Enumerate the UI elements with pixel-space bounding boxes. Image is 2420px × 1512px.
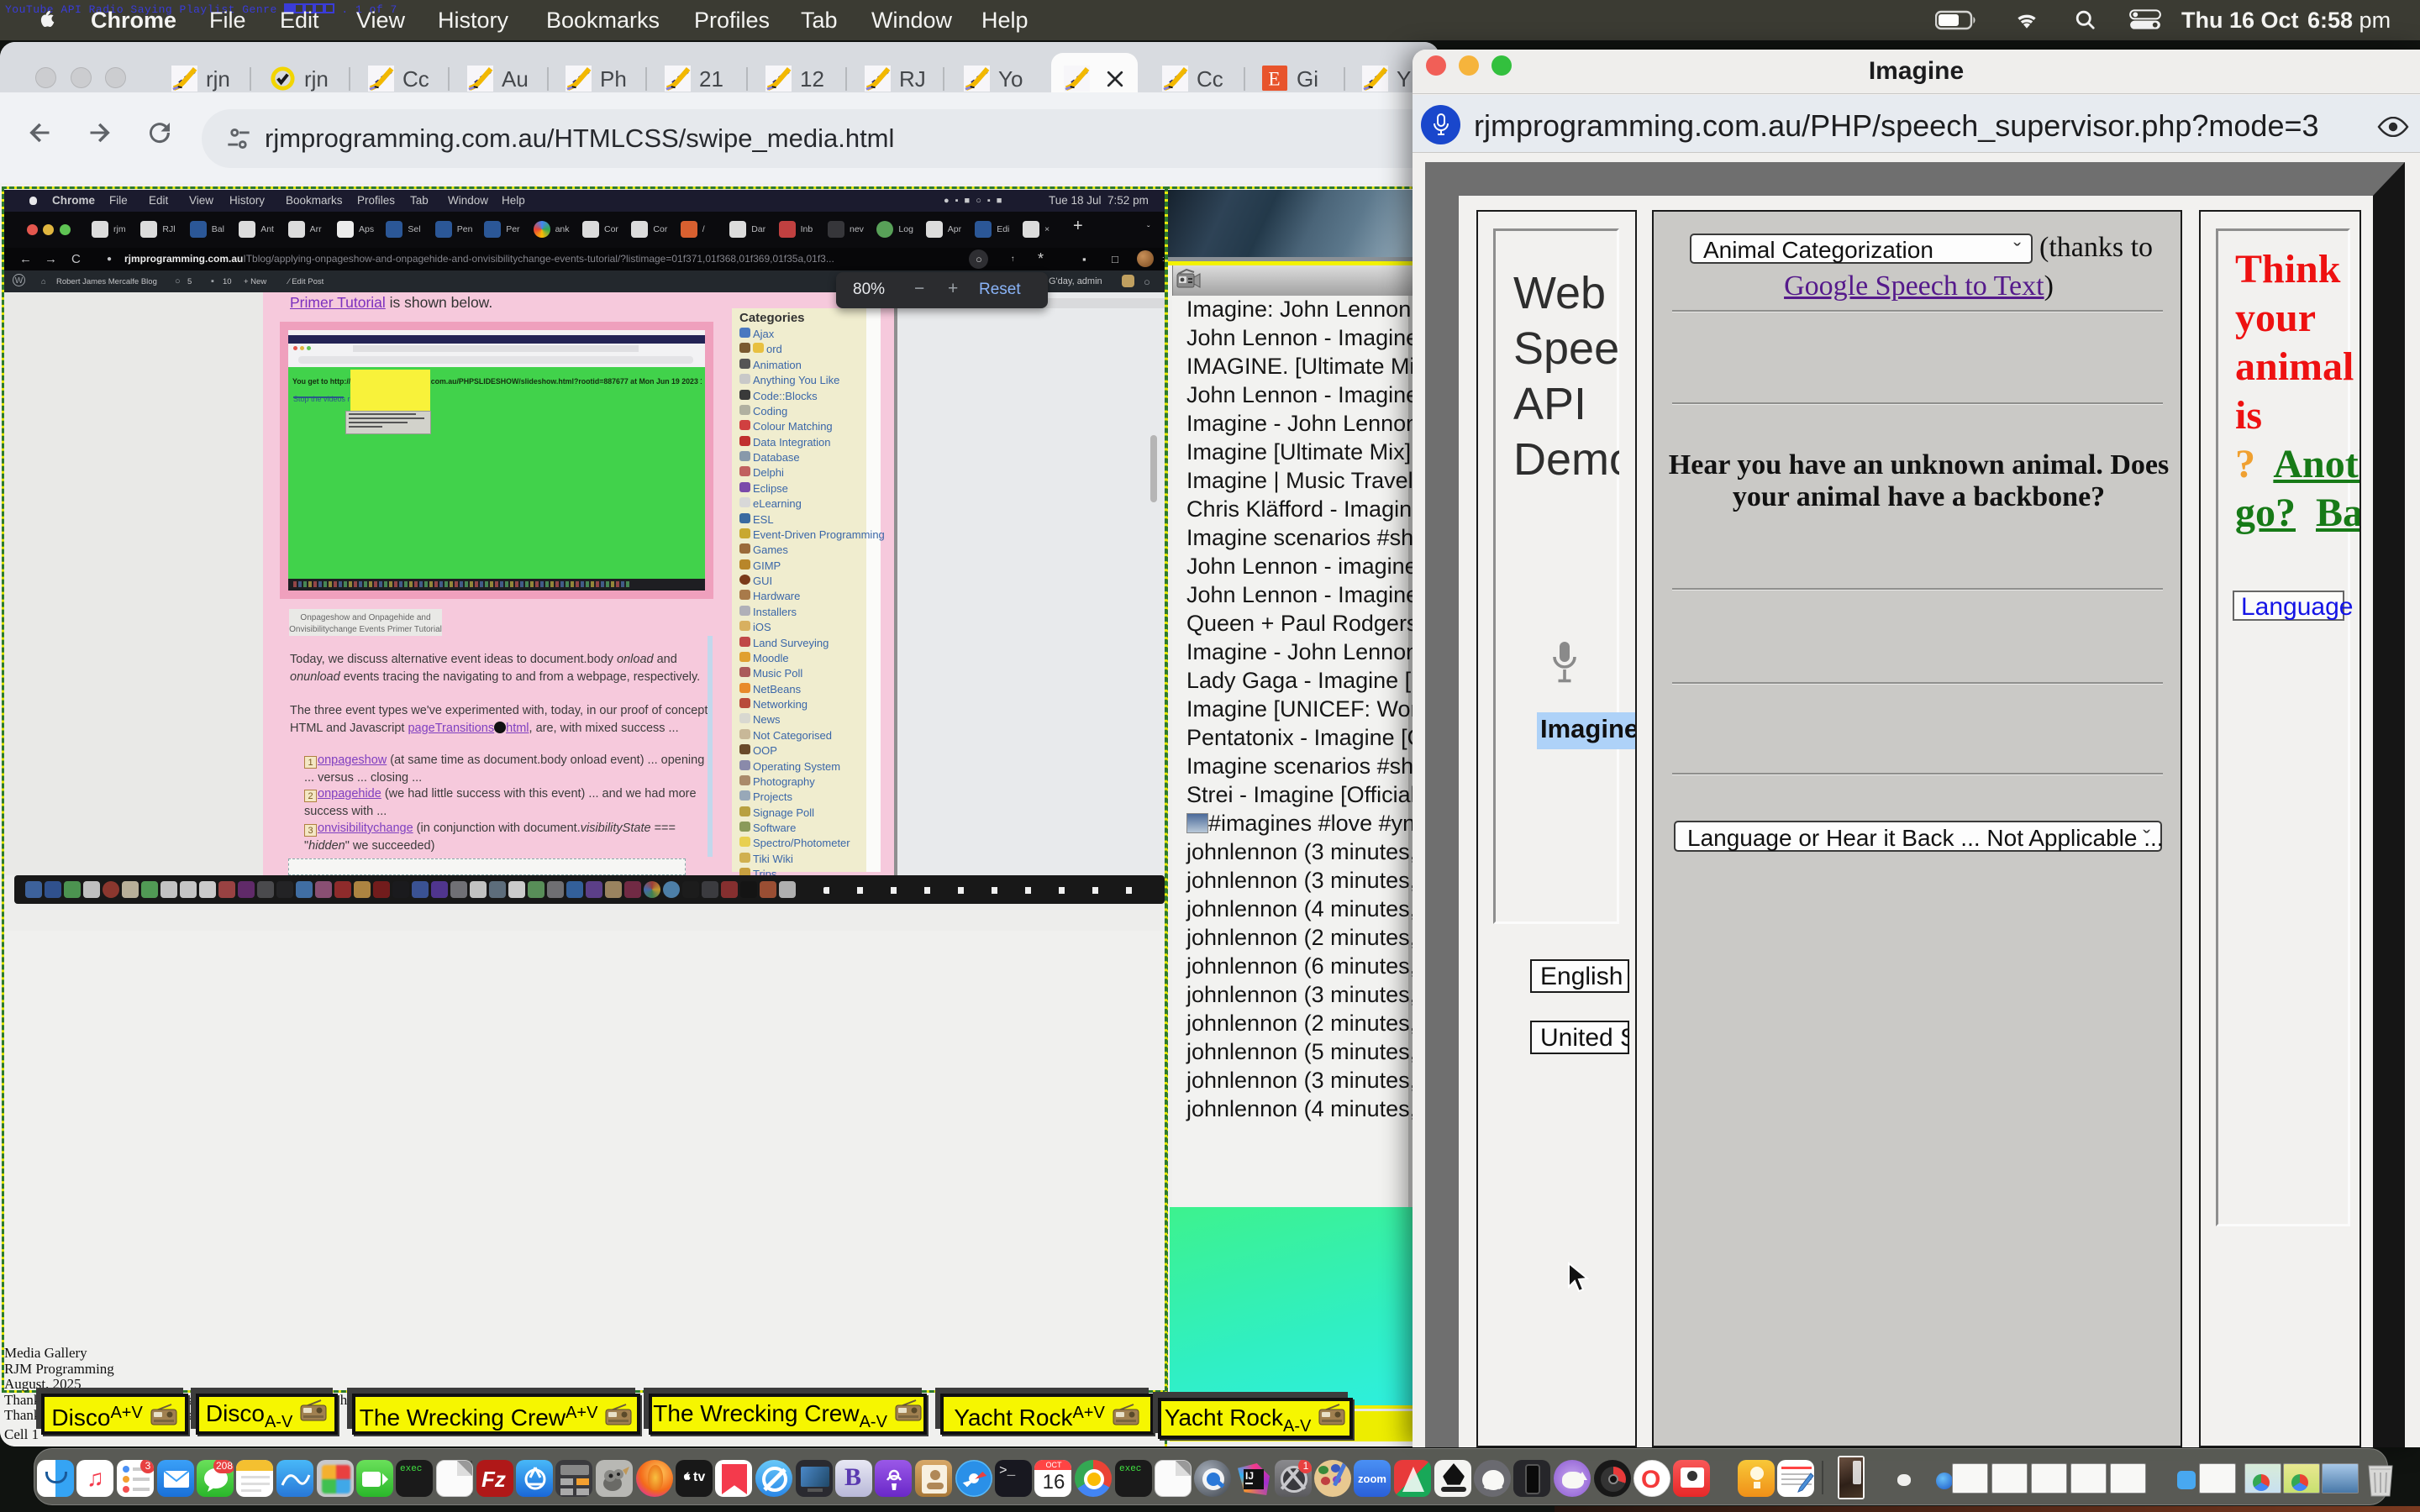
svg-text:E: E: [1268, 68, 1280, 90]
